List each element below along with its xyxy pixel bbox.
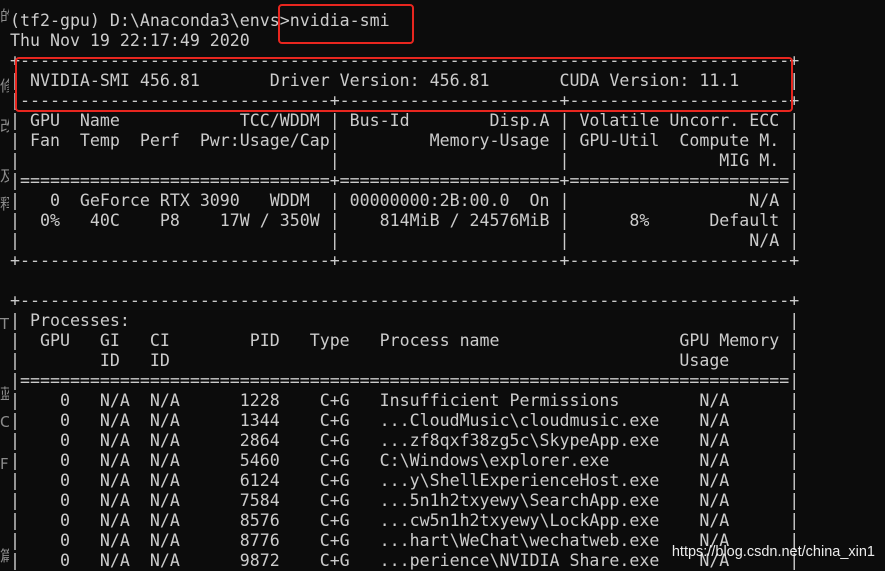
table-border: +---------------------------------------…	[10, 51, 800, 70]
gpu-header-line: | Fan Temp Perf Pwr:Usage/Cap| Memory-Us…	[10, 131, 800, 150]
edge-glyph: C	[0, 414, 9, 430]
process-row: | 0 N/A N/A 1228 C+G Insufficient Permis…	[10, 391, 800, 410]
gpu-header-line: | | | MIG M. |	[10, 151, 800, 170]
gpu-row-line: | 0% 40C P8 17W / 350W | 814MiB / 24576M…	[10, 211, 800, 230]
version-line: | NVIDIA-SMI 456.81 Driver Version: 456.…	[10, 71, 800, 90]
process-row: | 0 N/A N/A 1344 C+G ...CloudMusic\cloud…	[10, 411, 800, 430]
edge-glyph: 释	[0, 196, 9, 212]
processes-title-line: | Processes: |	[10, 311, 800, 330]
edge-glyph: 篇	[0, 548, 9, 564]
table-border: +---------------------------------------…	[10, 291, 800, 310]
edge-glyph: 蓝	[0, 386, 9, 402]
process-row: | 0 N/A N/A 6124 C+G ...y\ShellExperienc…	[10, 471, 800, 490]
edge-glyph: 修	[0, 78, 9, 94]
edge-glyph: 改	[0, 118, 9, 134]
gpu-header-line: | GPU Name TCC/WDDM | Bus-Id Disp.A | Vo…	[10, 111, 800, 130]
process-row: | 0 N/A N/A 7584 C+G ...5n1h2txyewy\Sear…	[10, 491, 800, 510]
edge-glyph: F	[0, 456, 9, 472]
process-row: | 0 N/A N/A 2864 C+G ...zf8qxf38zg5c\Sky…	[10, 431, 800, 450]
gpu-row-line: | | | N/A |	[10, 231, 800, 250]
edge-glyph: 及	[0, 168, 9, 184]
table-border: |===============================+=======…	[10, 171, 800, 190]
timestamp-line: Thu Nov 19 22:17:49 2020	[10, 31, 250, 50]
process-header-line: | ID ID Usage |	[10, 351, 800, 370]
process-row: | 0 N/A N/A 8576 C+G ...cw5n1h2txyewy\Lo…	[10, 511, 800, 530]
gpu-row-line: | 0 GeForce RTX 3090 WDDM | 00000000:2B:…	[10, 191, 800, 210]
process-row: | 0 N/A N/A 5460 C+G C:\Windows\explorer…	[10, 451, 800, 470]
console-window[interactable]: 的 修 改 及 释 TM 蓝 C F 篇 (tf2-gpu) D:\Anacon…	[0, 0, 885, 571]
table-border: |-------------------------------+-------…	[10, 91, 800, 110]
table-border: +-------------------------------+-------…	[10, 251, 800, 270]
process-header-line: | GPU GI CI PID Type Process name GPU Me…	[10, 331, 800, 350]
edge-glyph: TM	[0, 316, 9, 332]
terminal-output[interactable]: (tf2-gpu) D:\Anaconda3\envs>nvidia-smi Th…	[10, 11, 799, 571]
command-line: (tf2-gpu) D:\Anaconda3\envs>nvidia-smi	[10, 11, 390, 30]
table-border: |=======================================…	[10, 371, 800, 390]
edge-glyph: 的	[0, 8, 9, 24]
watermark-url: https://blog.csdn.net/china_xin1	[671, 544, 875, 560]
